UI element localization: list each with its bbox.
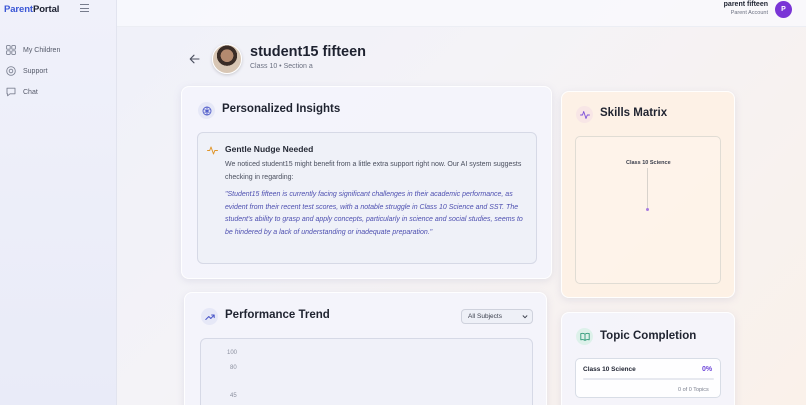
user-avatar[interactable]: P [775,1,792,18]
student-class: Class 10 • Section a [250,63,313,70]
sidebar-item-label: My Children [23,46,61,54]
chat-icon [6,87,16,97]
radar-axis-line [647,168,648,210]
topic-count: 0 of 0 Topics [678,387,709,393]
nudge-title: Gentle Nudge Needed [225,144,314,154]
sidebar-item-label: Support [23,67,48,75]
grid-icon [6,45,16,55]
student-name: student15 fifteen [250,44,367,60]
subject-select[interactable]: All Subjects [461,309,533,324]
ai-insight-quote: "Student15 fifteen is currently facing s… [225,191,523,237]
user-role: Parent Account [730,10,768,16]
topic-progress-track [583,378,714,380]
subject-select-value: All Subjects [468,313,502,320]
book-icon [576,328,593,345]
y-tick-80: 80 [230,365,237,371]
topic-percent: 0% [702,366,713,373]
insights-title: Personalized Insights [222,103,341,115]
y-tick-100: 100 [227,350,238,356]
back-arrow-icon[interactable] [189,54,200,64]
lifebuoy-icon [6,66,16,76]
user-name: parent fifteen [723,1,768,8]
radar-axis-label: Class 10 Science [626,160,671,166]
top-bar [117,0,806,27]
topic-name: Class 10 Science [583,366,636,373]
app-logo[interactable]: ParentPortal [4,4,59,15]
menu-toggle-icon[interactable] [80,4,89,12]
brain-icon [198,102,215,119]
activity-icon [576,106,593,123]
student-avatar [212,44,242,74]
pulse-icon [207,146,218,155]
skills-title: Skills Matrix [600,107,668,119]
chevron-down-icon [522,315,528,319]
logo-text-portal: Portal [32,4,60,15]
logo-text-parent: Parent [4,4,33,15]
nudge-text: We noticed student15 might benefit from … [225,161,522,181]
sidebar-item-my-children[interactable]: My Children [6,45,60,55]
y-tick-45: 45 [230,393,237,399]
sidebar-item-chat[interactable]: Chat [6,87,38,97]
performance-title: Performance Trend [225,309,330,321]
trending-up-icon [201,308,218,325]
performance-chart [200,338,533,405]
topic-completion-title: Topic Completion [600,330,697,342]
sidebar: ParentPortal My Children Support Chat [0,0,117,405]
radar-data-point [646,208,649,211]
sidebar-item-support[interactable]: Support [6,66,48,76]
sidebar-item-label: Chat [23,88,38,96]
